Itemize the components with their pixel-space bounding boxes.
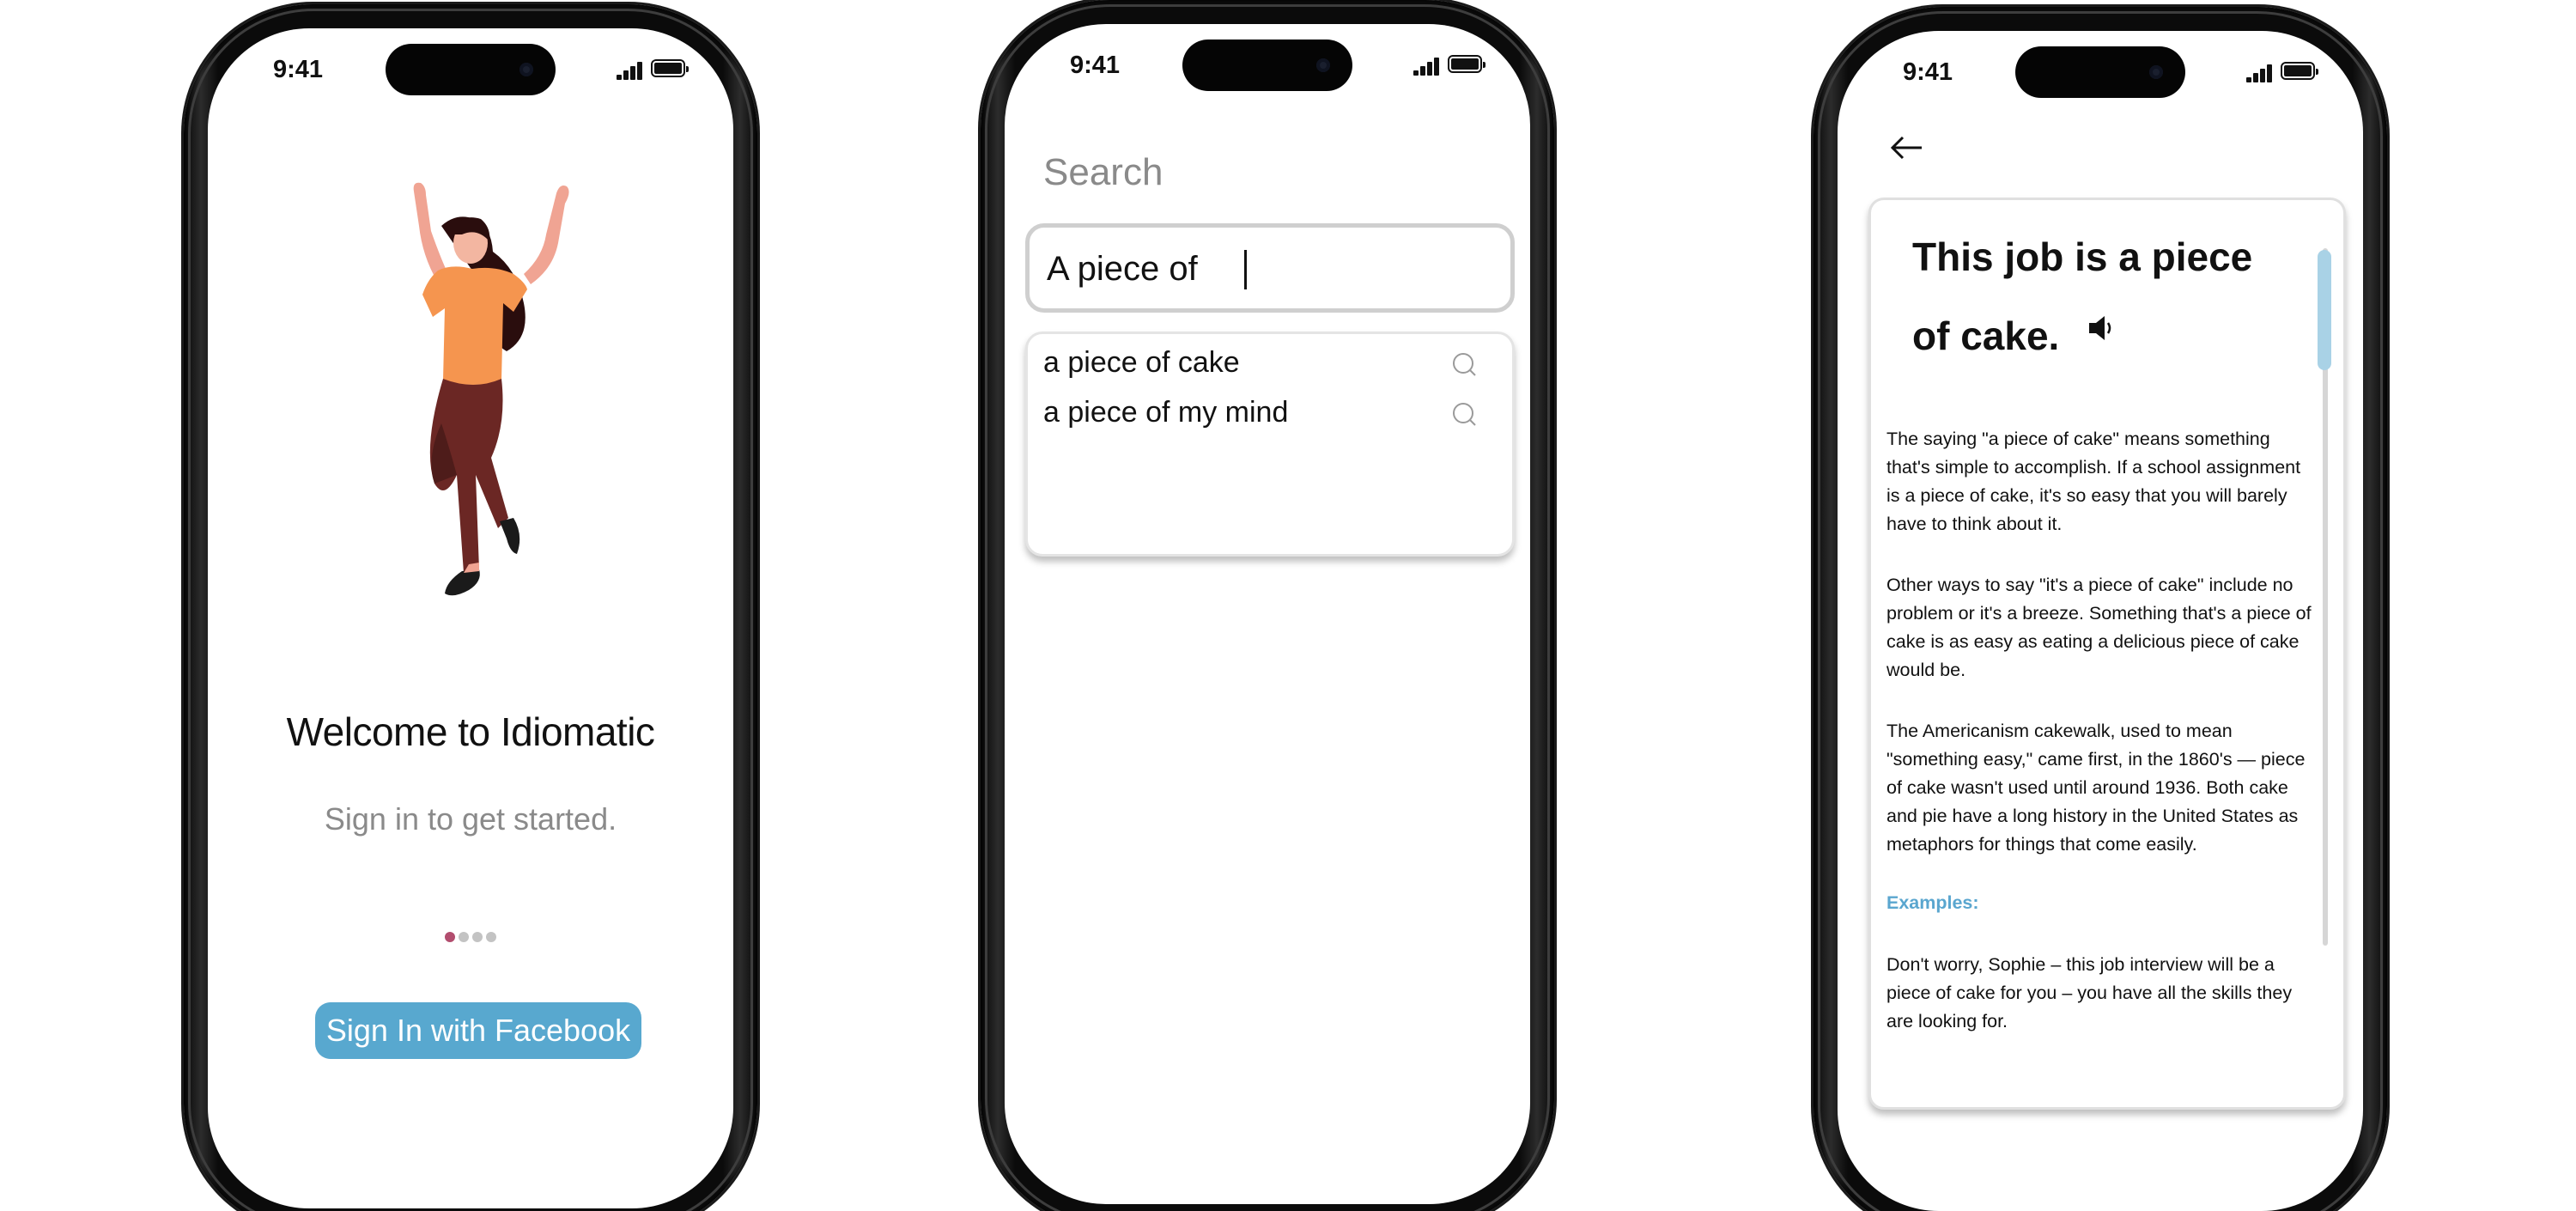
- search-screen: 9:41 Search a piece of cake a piece of m…: [1005, 24, 1530, 1204]
- onboarding-screen: 9:41 Welcome to Idiomatic Sign in to get…: [208, 28, 733, 1208]
- status-time: 9:41: [1070, 52, 1121, 79]
- welcome-subtitle: Sign in to get started.: [324, 801, 617, 837]
- status-bar: 9:41: [1005, 24, 1530, 110]
- scrollbar-thumb[interactable]: [2318, 250, 2331, 370]
- phone-detail: 9:41 This job is a piece of cake. The sa…: [1814, 7, 2387, 1211]
- battery-icon: [2281, 62, 2318, 80]
- idiom-detail-card: This job is a piece of cake. The saying …: [1868, 198, 2346, 1110]
- page-dot[interactable]: [459, 932, 469, 942]
- page-indicator: [208, 932, 733, 942]
- page-dot[interactable]: [486, 932, 496, 942]
- search-heading: Search: [1043, 151, 1163, 193]
- search-box[interactable]: [1025, 223, 1515, 313]
- status-time: 9:41: [1903, 58, 1953, 86]
- search-icon: [1453, 403, 1476, 426]
- suggestion-item[interactable]: a piece of cake: [1028, 338, 1512, 386]
- camera-icon: [2149, 65, 2163, 79]
- status-bar: 9:41: [208, 28, 733, 114]
- examples-label: Examples:: [1886, 892, 1979, 913]
- arrow-left-icon[interactable]: [1887, 132, 1925, 163]
- search-input[interactable]: [1047, 245, 1476, 293]
- speaker-icon[interactable]: [2087, 314, 2117, 342]
- idiom-title: This job is a piece of cake.: [1912, 234, 2253, 358]
- status-time: 9:41: [273, 56, 324, 83]
- page-dot[interactable]: [472, 932, 483, 942]
- example-sentence: Don't worry, Sophie – this job interview…: [1886, 954, 2293, 1031]
- dynamic-island: [1182, 40, 1352, 91]
- idiom-definition-paragraph: The saying "a piece of cake" means somet…: [1886, 429, 2301, 534]
- phone-onboarding: 9:41 Welcome to Idiomatic Sign in to get…: [184, 4, 757, 1211]
- celebrating-woman-illustration: [413, 182, 569, 596]
- status-bar: 9:41: [1838, 31, 2363, 117]
- idiom-alternatives-paragraph: Other ways to say "it's a piece of cake"…: [1886, 575, 2312, 680]
- suggestion-label: a piece of my mind: [1043, 396, 1289, 429]
- welcome-title: Welcome to Idiomatic: [286, 709, 655, 754]
- cellular-signal-icon: [2246, 64, 2274, 82]
- battery-icon: [651, 59, 689, 77]
- detail-screen: 9:41 This job is a piece of cake. The sa…: [1838, 31, 2363, 1211]
- dynamic-island: [2015, 46, 2185, 98]
- battery-icon: [1448, 55, 1485, 73]
- search-icon: [1453, 353, 1476, 376]
- dynamic-island: [386, 44, 556, 95]
- idiom-history-paragraph: The Americanism cakewalk, used to mean "…: [1886, 721, 2306, 855]
- cellular-signal-icon: [617, 61, 644, 80]
- sign-in-facebook-button[interactable]: Sign In with Facebook: [315, 1002, 641, 1059]
- camera-icon: [1316, 58, 1330, 72]
- suggestion-item[interactable]: a piece of my mind: [1028, 387, 1512, 435]
- suggestion-label: a piece of cake: [1043, 346, 1240, 379]
- suggestions-list: a piece of cake a piece of my mind: [1025, 332, 1515, 557]
- text-caret: [1244, 250, 1247, 289]
- camera-icon: [519, 63, 533, 76]
- page-dot-active[interactable]: [445, 932, 455, 942]
- cellular-signal-icon: [1413, 57, 1441, 76]
- phone-search: 9:41 Search a piece of cake a piece of m…: [981, 0, 1554, 1211]
